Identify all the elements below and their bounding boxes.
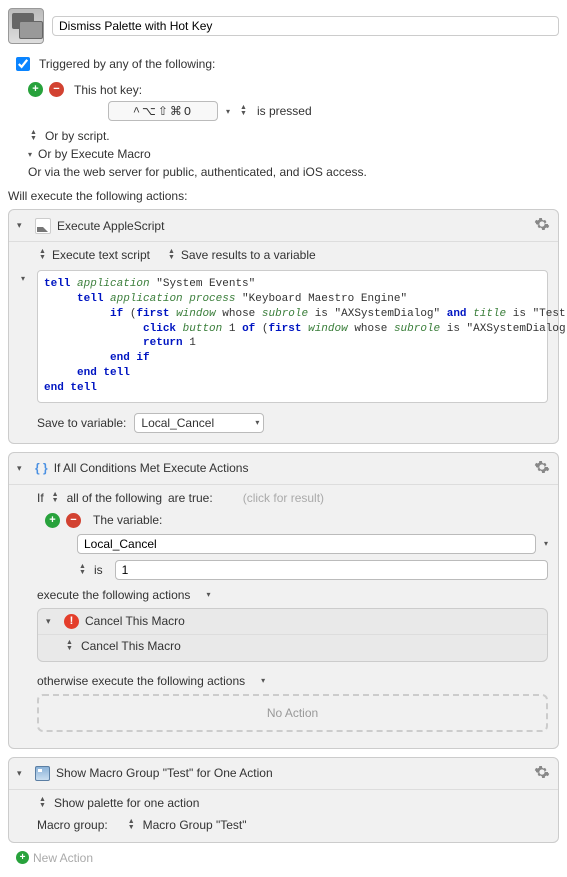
palette-icon [35, 766, 50, 781]
no-action-text: No Action [267, 706, 318, 720]
execute-actions-label: execute the following actions [37, 588, 190, 602]
new-action-button[interactable]: + New Action [16, 851, 551, 865]
by-script-label: Or by script. [45, 129, 110, 143]
cancel-title: Cancel This Macro [85, 614, 185, 628]
if-label: If [37, 491, 44, 505]
code-collapse-chevron[interactable]: ▾ [21, 274, 25, 283]
by-web-label: Or via the web server for public, authen… [28, 165, 367, 179]
compare-value-input[interactable] [115, 560, 548, 580]
add-trigger-button[interactable]: + [28, 82, 43, 97]
if-allof-label: all of the following [67, 491, 162, 505]
remove-trigger-button[interactable]: − [49, 82, 64, 97]
trigger-label: Triggered by any of the following: [39, 57, 215, 71]
applescript-code-box[interactable]: tell application "System Events" tell ap… [37, 270, 548, 403]
variable-cond-label: The variable: [93, 513, 162, 527]
is-stepper[interactable]: ▲▼ [79, 564, 86, 576]
chevron-down-icon: ▾ [255, 418, 259, 427]
exec-mode-stepper[interactable]: ▲▼ [39, 249, 46, 261]
hotkey-value: ^⌥⇧⌘O [133, 104, 193, 119]
will-execute-label: Will execute the following actions: [8, 189, 559, 203]
action-if-conditions[interactable]: ▾ { } If All Conditions Met Execute Acti… [8, 452, 559, 749]
is-label: is [94, 563, 103, 577]
trigger-enabled-checkbox[interactable] [16, 57, 30, 71]
macro-group-value: Macro Group "Test" [143, 818, 247, 832]
by-exec-macro-label: Or by Execute Macro [38, 147, 151, 161]
variable-dropdown-chevron[interactable]: ▾ [544, 539, 548, 548]
if-aretrue-label: are true: [168, 491, 213, 505]
hotkey-state-stepper[interactable]: ▲▼ [240, 105, 247, 117]
braces-icon: { } [35, 461, 48, 475]
variable-name-input[interactable] [77, 534, 536, 554]
action-show-macro-group[interactable]: ▾ Show Macro Group "Test" for One Action… [8, 757, 559, 843]
click-for-result[interactable]: (click for result) [243, 491, 324, 505]
disclosure-chevron[interactable]: ▾ [17, 768, 29, 779]
action-title: If All Conditions Met Execute Actions [54, 461, 249, 475]
disclosure-chevron[interactable]: ▾ [46, 616, 58, 627]
disclosure-chevron[interactable]: ▾ [17, 463, 29, 474]
hotkey-label: This hot key: [74, 83, 142, 97]
execute-actions-chevron[interactable]: ▾ [206, 590, 210, 599]
macro-title-input[interactable] [52, 16, 559, 36]
hotkey-input[interactable]: ^⌥⇧⌘O [108, 101, 218, 121]
otherwise-label: otherwise execute the following actions [37, 674, 245, 688]
macro-icon [8, 8, 44, 44]
applescript-code[interactable]: tell application "System Events" tell ap… [44, 277, 541, 396]
gear-icon[interactable] [534, 764, 550, 783]
disclosure-chevron[interactable]: ▾ [17, 220, 29, 231]
action-title: Show Macro Group "Test" for One Action [56, 766, 273, 780]
new-action-label: New Action [33, 851, 93, 865]
nested-action-cancel[interactable]: ▾ ! Cancel This Macro ▲▼ Cancel This Mac… [37, 608, 548, 662]
cancel-type-stepper[interactable]: ▲▼ [66, 640, 73, 652]
cancel-sub-label: Cancel This Macro [81, 639, 181, 653]
hotkey-menu-chevron[interactable]: ▾ [226, 107, 230, 116]
show-mode-stepper[interactable]: ▲▼ [39, 797, 46, 809]
hotkey-state-label: is pressed [257, 104, 312, 118]
by-script-stepper[interactable]: ▲▼ [30, 130, 37, 142]
add-condition-button[interactable]: + [45, 513, 60, 528]
macro-group-stepper[interactable]: ▲▼ [128, 819, 135, 831]
remove-condition-button[interactable]: − [66, 513, 81, 528]
add-icon: + [16, 851, 29, 864]
gear-icon[interactable] [534, 216, 550, 235]
exec-mode-label: Execute text script [52, 248, 150, 262]
action-execute-applescript[interactable]: ▾ Execute AppleScript ▲▼ Execute text sc… [8, 209, 559, 444]
save-variable-value: Local_Cancel [141, 416, 214, 430]
save-mode-label: Save results to a variable [181, 248, 316, 262]
by-exec-macro-chevron[interactable]: ▾ [28, 150, 32, 159]
applescript-icon [35, 218, 51, 234]
show-mode-label: Show palette for one action [54, 796, 199, 810]
if-mode-stepper[interactable]: ▲▼ [52, 492, 59, 504]
save-variable-combo[interactable]: Local_Cancel ▾ [134, 413, 264, 433]
gear-icon[interactable] [534, 459, 550, 478]
macro-group-label: Macro group: [37, 818, 108, 832]
no-action-placeholder[interactable]: No Action [37, 694, 548, 732]
action-title: Execute AppleScript [57, 219, 164, 233]
save-label: Save to variable: [37, 416, 126, 430]
cancel-icon: ! [64, 614, 79, 629]
save-mode-stepper[interactable]: ▲▼ [168, 249, 175, 261]
